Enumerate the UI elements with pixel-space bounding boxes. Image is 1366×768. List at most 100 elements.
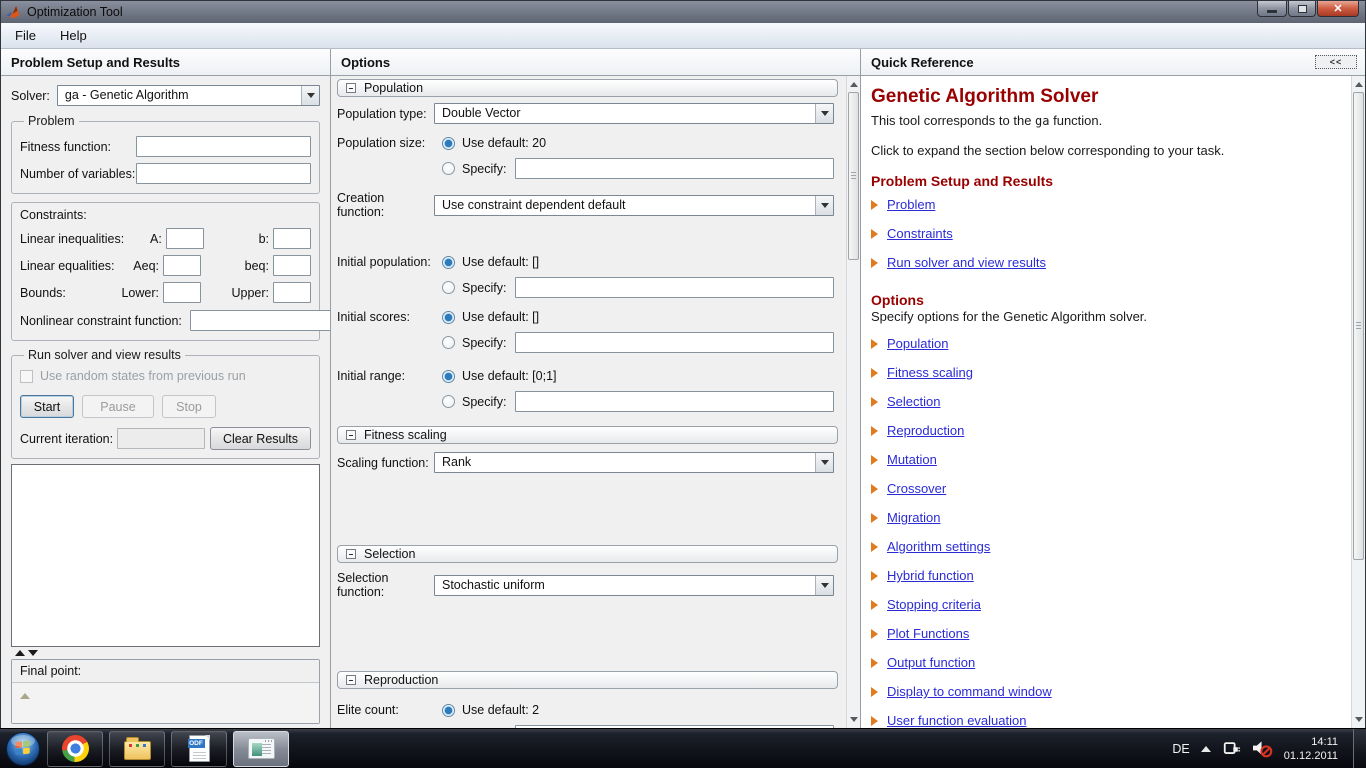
constraint-field1-input[interactable]: [163, 255, 201, 276]
population-type-select[interactable]: Double Vector: [434, 103, 834, 124]
population-size-specify-input[interactable]: [515, 158, 834, 179]
initial-population-specify-input[interactable]: [515, 277, 834, 298]
chrome-icon: [62, 735, 89, 762]
qr-link[interactable]: Migration: [887, 510, 940, 525]
collapse-icon[interactable]: [346, 675, 356, 685]
initial-population-specify-radio[interactable]: [442, 281, 455, 294]
taskbar-document-button[interactable]: ODF: [171, 731, 227, 767]
scroll-down-button[interactable]: [847, 712, 860, 727]
collapse-icon[interactable]: [346, 83, 356, 93]
menu-item[interactable]: File: [5, 25, 46, 46]
qr-link[interactable]: Stopping criteria: [887, 597, 981, 612]
qr-link[interactable]: Plot Functions: [887, 626, 969, 641]
population-size-label: Population size:: [337, 136, 434, 150]
population-size-specify-radio[interactable]: [442, 162, 455, 175]
quick-reference-scrollbar[interactable]: [1351, 76, 1365, 728]
qr-link[interactable]: Output function: [887, 655, 975, 670]
results-listbox[interactable]: [11, 464, 320, 647]
initial-range-default-radio[interactable]: [442, 370, 455, 383]
scaling-function-dropdown-button[interactable]: [815, 453, 833, 472]
triangle-bullet-icon: [871, 397, 878, 407]
qr-link[interactable]: Reproduction: [887, 423, 964, 438]
initial-population-default-radio[interactable]: [442, 256, 455, 269]
maximize-button[interactable]: [1288, 1, 1316, 17]
collapse-icon[interactable]: [346, 549, 356, 559]
menu-item[interactable]: Help: [50, 25, 97, 46]
selection-section-header[interactable]: Selection: [337, 545, 838, 563]
show-desktop-button[interactable]: [1353, 729, 1366, 768]
qr-link[interactable]: Fitness scaling: [887, 365, 973, 380]
initial-scores-specify-input[interactable]: [515, 332, 834, 353]
qr-link-item: Selection: [871, 387, 1337, 416]
initial-scores-default-radio[interactable]: [442, 311, 455, 324]
network-icon[interactable]: [1222, 740, 1241, 758]
show-hidden-icons-button[interactable]: [1201, 746, 1211, 752]
elite-count-default-radio[interactable]: [442, 704, 455, 717]
stop-button[interactable]: Stop: [162, 395, 216, 418]
solver-select[interactable]: ga - Genetic Algorithm: [57, 85, 320, 106]
initial-range-specify-radio[interactable]: [442, 395, 455, 408]
constraint-field1-input[interactable]: [166, 228, 204, 249]
scroll-up-button[interactable]: [847, 77, 860, 92]
fitness-scaling-section-header[interactable]: Fitness scaling: [337, 426, 838, 444]
qr-link[interactable]: Hybrid function: [887, 568, 974, 583]
qr-link[interactable]: Run solver and view results: [887, 255, 1046, 270]
constraint-field2-label: b:: [226, 232, 269, 246]
final-point-sort-header[interactable]: [12, 683, 319, 702]
constraint-field2-input[interactable]: [273, 282, 311, 303]
qr-link[interactable]: Problem: [887, 197, 935, 212]
triangle-bullet-icon: [871, 455, 878, 465]
pause-button[interactable]: Pause: [82, 395, 154, 418]
collapse-icon[interactable]: [346, 430, 356, 440]
selection-function-dropdown-button[interactable]: [815, 576, 833, 595]
scroll-up-button[interactable]: [1352, 77, 1365, 92]
clock[interactable]: 14:11 01.12.2011: [1284, 735, 1338, 763]
start-button[interactable]: [5, 731, 41, 767]
language-indicator[interactable]: DE: [1172, 742, 1189, 756]
constraint-field1-input[interactable]: [163, 282, 201, 303]
population-section-header[interactable]: Population: [337, 79, 838, 97]
quick-reference-scrollbar-thumb[interactable]: [1353, 92, 1364, 560]
selection-function-select[interactable]: Stochastic uniform: [434, 575, 834, 596]
population-size-default-radio[interactable]: [442, 137, 455, 150]
creation-function-dropdown-button[interactable]: [815, 196, 833, 215]
solver-dropdown-button[interactable]: [301, 86, 319, 105]
initial-scores-specify-radio[interactable]: [442, 336, 455, 349]
qr-intro-suffix: function.: [1049, 113, 1102, 128]
qr-link[interactable]: Selection: [887, 394, 940, 409]
problem-group-title: Problem: [24, 114, 79, 128]
qr-intro: This tool corresponds to the ga function…: [871, 113, 1337, 128]
qr-link[interactable]: Crossover: [887, 481, 946, 496]
constraint-field2-input[interactable]: [273, 255, 311, 276]
taskbar-chrome-button[interactable]: [47, 731, 103, 767]
start-button[interactable]: Start: [20, 395, 74, 418]
qr-link[interactable]: User function evaluation: [887, 713, 1026, 728]
constraint-field2-input[interactable]: [273, 228, 311, 249]
close-button[interactable]: ✕: [1317, 1, 1359, 17]
population-type-dropdown-button[interactable]: [815, 104, 833, 123]
final-point-table[interactable]: [12, 683, 319, 723]
minimize-button[interactable]: [1257, 1, 1287, 17]
initial-range-specify-input[interactable]: [515, 391, 834, 412]
options-scrollbar[interactable]: [846, 76, 860, 728]
taskbar-optimization-tool-button[interactable]: [233, 731, 289, 767]
number-of-variables-input[interactable]: [136, 163, 311, 184]
nonlinear-constraint-input[interactable]: [190, 310, 330, 331]
scroll-down-button[interactable]: [1352, 712, 1365, 727]
collapse-panel-button[interactable]: <<: [1315, 55, 1357, 69]
qr-link[interactable]: Display to command window: [887, 684, 1052, 699]
results-splitter[interactable]: [11, 647, 320, 659]
creation-function-select[interactable]: Use constraint dependent default: [434, 195, 834, 216]
qr-link[interactable]: Population: [887, 336, 948, 351]
taskbar-explorer-button[interactable]: [109, 731, 165, 767]
random-states-checkbox[interactable]: [20, 370, 33, 383]
volume-muted-icon[interactable]: [1252, 739, 1273, 758]
qr-link[interactable]: Algorithm settings: [887, 539, 990, 554]
qr-link[interactable]: Mutation: [887, 452, 937, 467]
fitness-function-input[interactable]: [136, 136, 311, 157]
clear-results-button[interactable]: Clear Results: [210, 427, 311, 450]
options-scrollbar-thumb[interactable]: [848, 92, 859, 260]
qr-link[interactable]: Constraints: [887, 226, 953, 241]
reproduction-section-header[interactable]: Reproduction: [337, 671, 838, 689]
scaling-function-select[interactable]: Rank: [434, 452, 834, 473]
